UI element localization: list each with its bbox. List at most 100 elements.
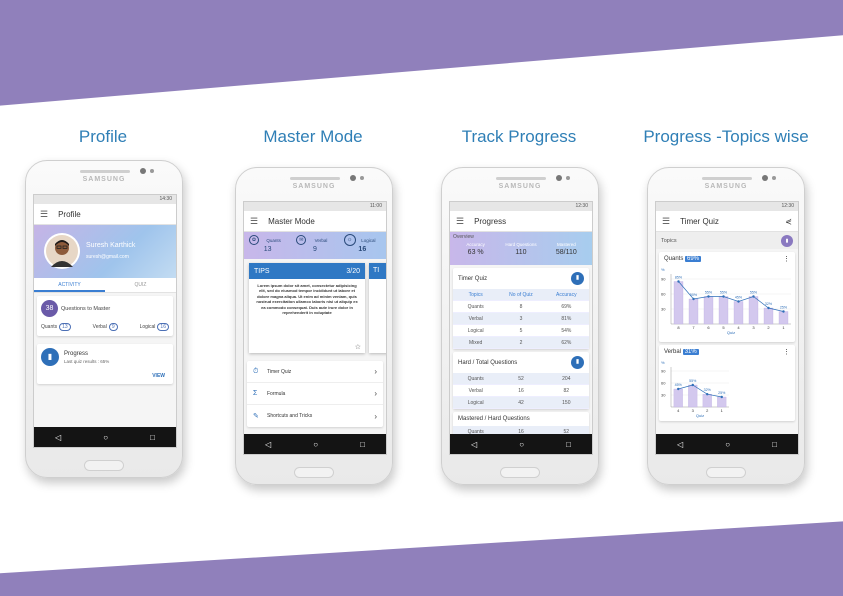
- table-cell: 81%: [561, 315, 572, 322]
- table-cell: 69%: [561, 303, 572, 310]
- back-icon[interactable]: ◁: [55, 433, 61, 442]
- app-bar-title: Master Mode: [268, 216, 315, 226]
- recents-icon[interactable]: □: [360, 440, 365, 449]
- progress-subtitle: Last quiz results : 65%: [64, 358, 110, 364]
- panel-title-profile: Profile: [78, 127, 128, 146]
- avatar: [44, 233, 80, 269]
- topic-quants[interactable]: ✿ Quants 13: [244, 232, 291, 259]
- device-brand: SAMSUNG: [292, 183, 336, 190]
- panel-title-master: Master Mode: [263, 127, 363, 146]
- bar: [718, 296, 729, 325]
- x-tick-label: 3: [752, 325, 755, 330]
- questions-card[interactable]: 38 Questions to Master Quants 13 Verbal 9 …: [37, 296, 173, 336]
- menu-item-formula[interactable]: Σ Formula ›: [247, 383, 383, 405]
- data-label: 55%: [705, 291, 713, 295]
- table-cell: 204: [562, 375, 571, 382]
- screen-topics: 12:30 ☰ Timer Quiz ⋞ Topics ▮ Quants 69%…: [655, 201, 799, 455]
- topic-logical[interactable]: ☼ Logical 16: [339, 232, 386, 259]
- table-cell: Verbal: [468, 387, 483, 394]
- stat-value: 16: [157, 323, 169, 331]
- topic-value: 16: [358, 246, 367, 253]
- tab-activity[interactable]: ACTIVITY: [34, 278, 105, 292]
- chart-pct-badge: 31%: [682, 349, 699, 355]
- stat-verbal: Verbal 9: [93, 323, 118, 331]
- overview-stat-value: 110: [515, 249, 527, 256]
- star-icon[interactable]: ☆: [355, 343, 361, 351]
- recents-icon[interactable]: □: [566, 440, 571, 449]
- recents-icon[interactable]: □: [772, 440, 777, 449]
- topic-value: 9: [313, 246, 317, 253]
- progress-card[interactable]: ▮ Progress Last quiz results : 65% VIEW: [37, 344, 173, 384]
- bar: [778, 311, 789, 325]
- home-icon[interactable]: ○: [725, 440, 730, 449]
- bulb-icon: ☼: [343, 234, 356, 246]
- share-icon[interactable]: ⋞: [785, 217, 792, 226]
- app-bar-title: Progress: [474, 216, 507, 226]
- app-bar: ☰ Master Mode: [244, 211, 386, 232]
- app-bar-title: Timer Quiz: [680, 216, 719, 226]
- table-row: Logical 5 54%: [453, 325, 589, 337]
- status-bar: 14:30: [34, 195, 176, 204]
- data-point: [722, 295, 725, 298]
- menu-icon[interactable]: ☰: [250, 216, 258, 227]
- view-link[interactable]: VIEW: [152, 373, 165, 379]
- device-brand: SAMSUNG: [704, 183, 748, 190]
- next-tip-card[interactable]: TI: [369, 263, 386, 353]
- overview-stat-label: Mastered: [556, 242, 576, 247]
- back-icon[interactable]: ◁: [471, 440, 477, 449]
- stat-logical: Logical 16: [140, 323, 169, 331]
- overview-section: Overview Accuracy 63 % Hard Questions 11…: [450, 232, 592, 265]
- questions-label: Questions to Master: [61, 305, 111, 312]
- data-point: [737, 300, 740, 303]
- home-button[interactable]: [706, 467, 746, 478]
- series-line: [678, 384, 722, 398]
- tips-carousel[interactable]: TIPS 3/20 Lorem ipsum dolor sit amet, co…: [244, 263, 386, 355]
- data-point: [782, 310, 785, 313]
- panel-title-topics: Progress -Topics wise: [643, 127, 809, 146]
- back-icon[interactable]: ◁: [265, 440, 271, 449]
- bar-chart-icon[interactable]: ▮: [571, 272, 584, 285]
- menu-item-shortcuts[interactable]: ✎ Shortcuts and Tricks ›: [247, 405, 383, 427]
- table-cell: 8: [519, 303, 523, 310]
- data-label: 85%: [675, 276, 683, 280]
- nav-bar: ◁ ○ □: [244, 434, 386, 454]
- bar: [688, 298, 699, 325]
- data-point: [692, 297, 695, 301]
- menu-icon[interactable]: ☰: [456, 216, 464, 227]
- home-icon[interactable]: ○: [313, 440, 318, 449]
- chart-title: Verbal 31%: [664, 349, 699, 355]
- home-button[interactable]: [84, 460, 124, 471]
- more-vert-icon[interactable]: ⋮: [783, 255, 790, 263]
- data-label: 55%: [689, 379, 697, 383]
- home-icon[interactable]: ○: [519, 440, 524, 449]
- home-icon[interactable]: ○: [103, 433, 108, 442]
- more-vert-icon[interactable]: ⋮: [783, 348, 790, 356]
- recents-icon[interactable]: □: [150, 433, 155, 442]
- tab-quiz[interactable]: QUIZ: [105, 278, 176, 292]
- data-point: [677, 387, 680, 391]
- home-button[interactable]: [500, 467, 540, 478]
- top-purple-band: [0, 0, 843, 106]
- table-row: Quants 52 204: [453, 373, 589, 385]
- home-button[interactable]: [294, 467, 334, 478]
- bottom-purple-band: [0, 521, 843, 596]
- column-header: No of Quiz: [509, 291, 533, 298]
- tip-card: TIPS 3/20 Lorem ipsum dolor sit amet, co…: [249, 263, 365, 353]
- y-tick-label: 90: [661, 369, 666, 374]
- table-cell: 52: [518, 375, 524, 382]
- tip-counter: 3/20: [346, 267, 360, 275]
- back-icon[interactable]: ◁: [677, 440, 683, 449]
- bar: [733, 301, 744, 325]
- tip-text: Lorem ipsum dolor sit amet, consectetur …: [256, 283, 358, 316]
- topic-verbal[interactable]: ✉ Verbal 9: [291, 232, 338, 259]
- menu-icon[interactable]: ☰: [662, 216, 670, 227]
- stat-value: 13: [59, 323, 71, 331]
- bar-chart-icon[interactable]: ▮: [571, 356, 584, 369]
- x-tick-label: 4: [677, 408, 680, 413]
- user-name: Suresh Karthick: [86, 242, 136, 249]
- menu-item-timer[interactable]: ⏱ Timer Quiz ›: [247, 361, 383, 383]
- app-bar: ☰ Profile: [34, 204, 176, 225]
- bar-chart-icon[interactable]: ▮: [781, 234, 793, 247]
- app-bar: ☰ Progress: [450, 211, 592, 232]
- menu-icon[interactable]: ☰: [40, 209, 48, 220]
